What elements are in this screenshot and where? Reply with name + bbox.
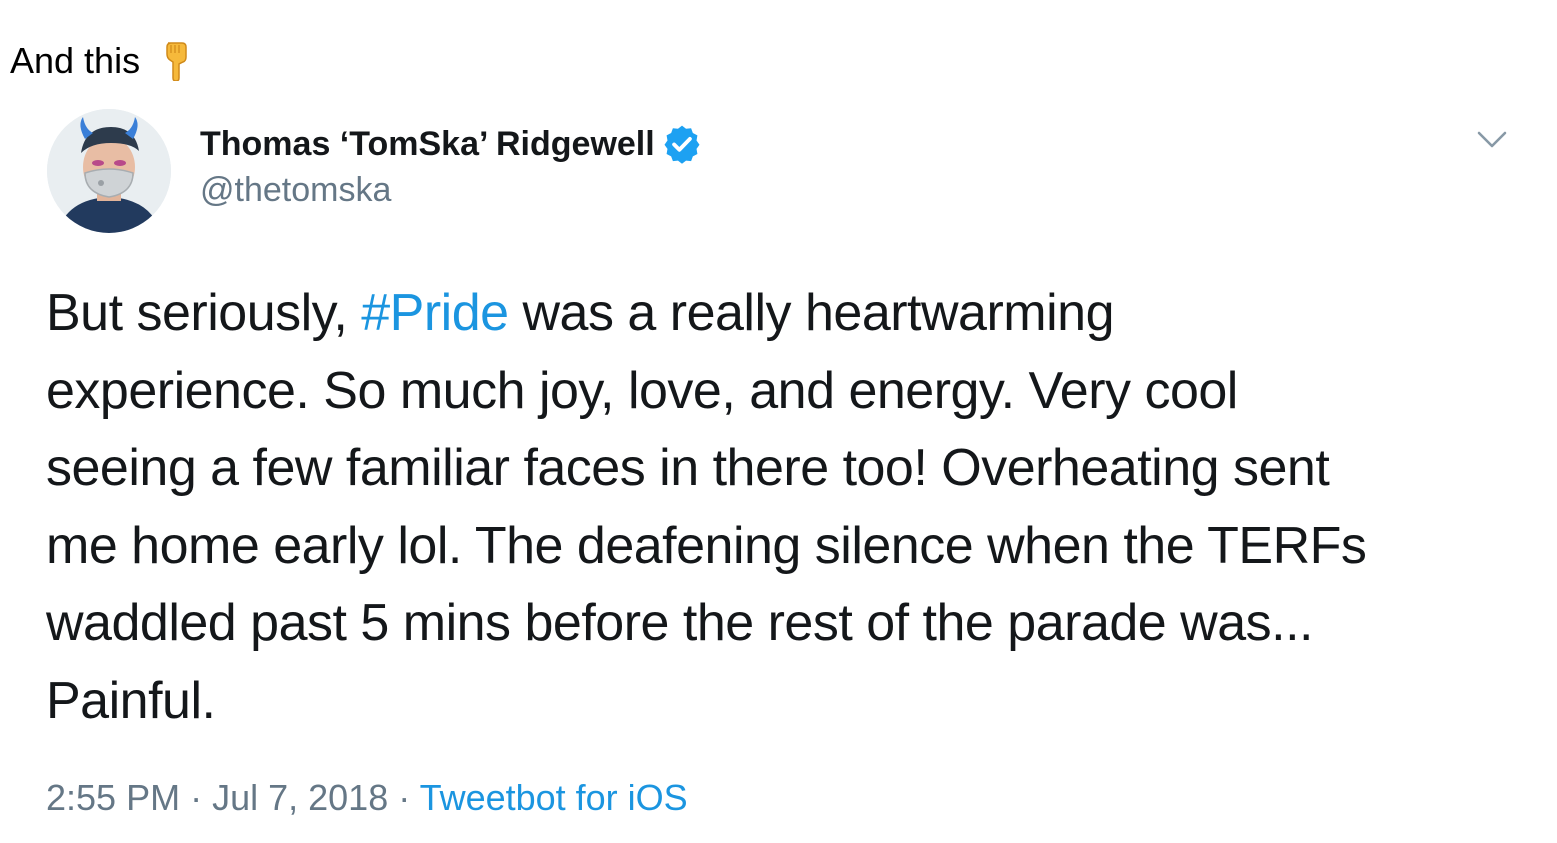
avatar[interactable]: [47, 109, 171, 233]
text-segment: But seriously,: [46, 284, 362, 342]
display-name[interactable]: Thomas ‘TomSka’ Ridgewell: [200, 125, 655, 164]
caption-text: And this: [10, 40, 141, 81]
verified-badge-icon: [661, 123, 703, 165]
tweet-text-line: waddled past 5 mins before the rest of t…: [46, 594, 1313, 652]
tweet-date[interactable]: Jul 7, 2018: [212, 777, 388, 818]
tweet-text-line: me home early lol. The deafening silence…: [46, 516, 1367, 575]
backhand-index-pointing-down-icon: [162, 41, 192, 82]
tweet-metadata: 2:55 PM · Jul 7, 2018 · Tweetbot for iOS: [46, 777, 688, 819]
text-segment: was a really heartwarming: [508, 284, 1114, 342]
tweet-card: Thomas ‘TomSka’ Ridgewell @thetomska But…: [0, 105, 1557, 843]
tweet-source-link[interactable]: Tweetbot for iOS: [420, 777, 688, 818]
tweet-text-line: seeing a few familiar faces in there too…: [46, 439, 1330, 497]
tweet-text: But seriously, #Pride was a really heart…: [46, 275, 1526, 740]
author-info: Thomas ‘TomSka’ Ridgewell @thetomska: [200, 123, 703, 210]
tweet-time[interactable]: 2:55 PM: [46, 777, 180, 818]
separator: ·: [388, 777, 420, 818]
post-caption: And this: [10, 40, 192, 82]
tweet-text-line: But seriously, #Pride was a really heart…: [46, 275, 1526, 353]
tweet-text-line: Painful.: [46, 671, 216, 730]
chevron-down-icon[interactable]: [1476, 129, 1508, 151]
handle[interactable]: @thetomska: [200, 171, 703, 210]
author-name-row: Thomas ‘TomSka’ Ridgewell: [200, 123, 703, 165]
tweet-text-line: experience. So much joy, love, and energ…: [46, 361, 1238, 420]
hashtag-link[interactable]: #Pride: [361, 284, 509, 342]
separator: ·: [180, 777, 213, 818]
